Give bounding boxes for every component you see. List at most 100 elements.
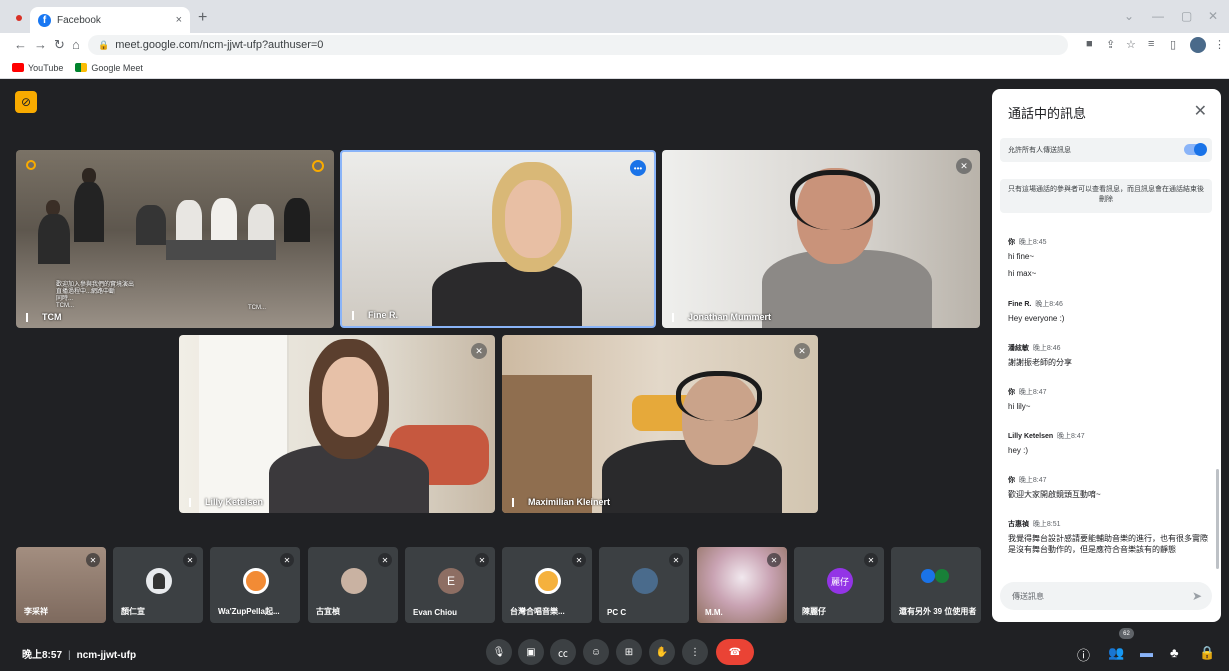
raise-hand-icon: ✋ <box>655 646 669 658</box>
screen: f Facebook × + ⌄ — ▢ ✕ ← → ↻ ⌂ 🔒 meet.go… <box>0 0 1229 671</box>
pin-icon[interactable] <box>672 312 678 322</box>
google-meet-icon <box>75 63 88 72</box>
chat-message: 你 晚上8:47 歡迎大家開啟鏡頭互動唷~ <box>1008 477 1101 499</box>
reload-icon[interactable]: ↻ <box>54 37 65 53</box>
bookmark-youtube[interactable]: YouTube <box>12 63 63 73</box>
chat-message: 古惠禎 晚上8:51 我覺得舞台設計感請要能輔助音樂的進行，也有很多實際是沒有舞… <box>1008 521 1208 554</box>
tab-close-icon[interactable]: × <box>176 14 182 26</box>
present-button[interactable]: ⊞ <box>616 639 642 665</box>
meeting-code: ncm-jjwt-ufp <box>76 650 137 661</box>
avatar <box>921 569 935 583</box>
participant-name: Fine R. <box>352 310 398 320</box>
emoji-icon: ☺ <box>590 646 602 658</box>
maximize-button[interactable]: ▢ <box>1181 9 1192 23</box>
participant-thumb[interactable]: E ✕ Evan Chiou <box>405 547 495 623</box>
mic-off-icon: ✕ <box>475 553 489 567</box>
host-controls-icon[interactable]: 🔒 <box>1199 645 1215 661</box>
video-tile-maximilian-kleinert[interactable]: ✕ Maximilian Kleinert <box>502 335 818 513</box>
home-icon[interactable]: ⌂ <box>72 37 80 52</box>
reading-list-icon[interactable]: ≡ <box>1148 38 1154 50</box>
profile-avatar[interactable] <box>1190 37 1206 53</box>
more-participants-thumb[interactable]: 還有另外 39 位使用者 <box>891 547 981 623</box>
avatar <box>146 568 172 594</box>
video-tile-lilly-ketelsen[interactable]: ✕ Lilly Ketelsen <box>179 335 495 513</box>
mic-off-icon: ✕ <box>86 553 100 567</box>
side-panel-icon[interactable]: ▯ <box>1170 38 1176 51</box>
meet-stage: ⊘ 歡迎加入參與我們的實境演出 直播過程中...網路中斷 同時... TCM..… <box>0 79 1229 671</box>
participant-thumb[interactable]: ✕ 古宜楨 <box>308 547 398 623</box>
bookmark-label: Google Meet <box>91 62 143 73</box>
chat-message: 你 晚上8:47 hi lily~ <box>1008 389 1047 411</box>
chat-message: 你 晚上8:45 hi fine~ hi max~ <box>1008 239 1047 278</box>
video-tile-tcm[interactable]: 歡迎加入參與我們的實境演出 直播過程中...網路中斷 同時... TCM... … <box>16 150 334 328</box>
chat-input[interactable]: 傳送訊息 ➤ <box>1000 582 1212 610</box>
url-field[interactable]: 🔒 meet.google.com/ncm-jjwt-ufp?authuser=… <box>88 35 1068 55</box>
send-icon[interactable]: ➤ <box>1192 589 1202 603</box>
participant-thumb[interactable]: ✕ PC C <box>599 547 689 623</box>
camera-status-icon[interactable]: ■ <box>1086 38 1093 50</box>
activities-icon[interactable]: ♣ <box>1170 645 1179 660</box>
bookmark-star-icon[interactable]: ☆ <box>1126 38 1136 51</box>
pin-icon[interactable] <box>189 497 195 507</box>
allow-messages-row: 允許所有人傳送訊息 <box>1000 138 1212 162</box>
captions-button[interactable]: ㏄ <box>550 639 576 665</box>
bookmark-google-meet[interactable]: Google Meet <box>75 63 143 73</box>
camera-button[interactable]: ▣ <box>518 639 544 665</box>
video-tile-fine-r[interactable]: ••• Fine R. <box>340 150 656 328</box>
participant-name: Jonathan Mummert <box>672 312 771 322</box>
pin-icon[interactable] <box>352 310 358 320</box>
chat-message: 潘絃敏 晚上8:46 謝謝振老師的分享 <box>1008 345 1072 367</box>
mic-icon: 🎙 <box>492 646 506 658</box>
participant-thumb[interactable]: ✕ Wa'ZupPella起... <box>210 547 300 623</box>
youtube-icon <box>12 63 24 72</box>
tab-search-icon[interactable]: ⌄ <box>1124 9 1134 23</box>
participant-name: 陳麗仔 <box>802 607 826 616</box>
participant-name: Maximilian Kleinert <box>512 497 610 507</box>
pin-icon[interactable] <box>512 497 518 507</box>
chat-notice: 只有這場通話的參與者可以查看訊息，而且訊息會在通話結束後刪除 <box>1000 179 1212 213</box>
mic-off-icon: ✕ <box>471 343 487 359</box>
avatar: 麗仔 <box>827 568 853 594</box>
participant-thumb[interactable]: 麗仔 ✕ 陳麗仔 <box>794 547 884 623</box>
browser-tab[interactable]: f Facebook × <box>30 7 190 33</box>
close-icon[interactable]: ✕ <box>1194 101 1207 121</box>
mic-button[interactable]: 🎙 <box>486 639 512 665</box>
camera-off-indicator-icon[interactable]: ⊘ <box>15 91 37 113</box>
chat-panel: 通話中的訊息 ✕ 允許所有人傳送訊息 只有這場通話的參與者可以查看訊息，而且訊息… <box>992 89 1221 622</box>
chat-message: Lilly Ketelsen 晚上8:47 hey :) <box>1008 433 1085 455</box>
forward-icon[interactable]: → <box>34 37 47 52</box>
info-icon[interactable]: ⓘ <box>1077 645 1090 664</box>
participant-thumb[interactable]: ✕ 台灣合唱音樂... <box>502 547 592 623</box>
participant-name: Evan Chiou <box>413 608 458 617</box>
browser-menu-icon[interactable]: ⋮ <box>1214 38 1225 51</box>
participant-name: 李采祥 <box>24 607 48 616</box>
more-options-button[interactable]: ⋮ <box>682 639 708 665</box>
share-icon[interactable]: ⇪ <box>1106 38 1115 51</box>
bookmarks-bar: YouTube Google Meet <box>0 57 1229 79</box>
chat-message: Fine R. 晚上8:46 Hey everyone :) <box>1008 301 1065 323</box>
raise-hand-button[interactable]: ✋ <box>649 639 675 665</box>
allow-messages-toggle[interactable] <box>1184 143 1207 156</box>
new-tab-button[interactable]: + <box>198 9 207 27</box>
close-window-button[interactable]: ✕ <box>1208 9 1218 23</box>
video-tile-jonathan-mummert[interactable]: ✕ Jonathan Mummert <box>662 150 980 328</box>
facebook-icon: f <box>38 13 51 27</box>
participant-thumb[interactable]: ✕ 李采祥 <box>16 547 106 623</box>
avatar <box>341 568 367 594</box>
pin-icon[interactable] <box>26 312 32 322</box>
hangup-button[interactable]: ☎ <box>716 639 754 665</box>
back-icon[interactable]: ← <box>14 37 27 52</box>
avatar: E <box>438 568 464 594</box>
chat-icon[interactable]: ▬ <box>1140 645 1153 660</box>
mic-off-icon: ✕ <box>864 553 878 567</box>
participant-thumb[interactable]: ✕ 顏仁宣 <box>113 547 203 623</box>
chat-scrollbar[interactable] <box>1216 469 1219 569</box>
more-options-icon[interactable]: ••• <box>630 160 646 176</box>
participant-name: Wa'ZupPella起... <box>218 607 280 616</box>
people-icon[interactable]: 👥 <box>1108 645 1124 661</box>
emoji-button[interactable]: ☺ <box>583 639 609 665</box>
minimize-button[interactable]: — <box>1152 9 1164 23</box>
mic-off-icon: ✕ <box>280 553 294 567</box>
participant-thumb[interactable]: ✕ M.M. <box>697 547 787 623</box>
participant-name: 古宜楨 <box>316 607 340 616</box>
